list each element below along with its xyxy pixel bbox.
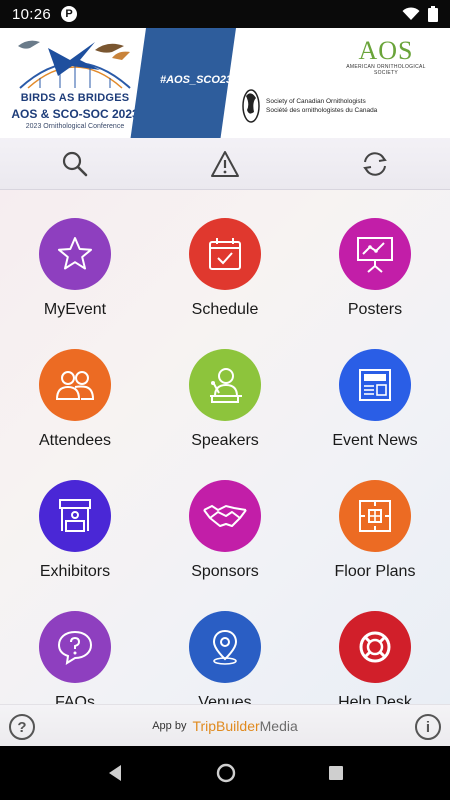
tile-label: Attendees (38, 432, 112, 449)
home-icon[interactable] (215, 762, 237, 784)
tile-circle (39, 349, 111, 421)
toolbar (0, 138, 450, 190)
speaker-icon (210, 368, 242, 403)
tile-label: Schedule (191, 301, 259, 318)
alert-icon (211, 150, 239, 177)
calendar-icon (209, 238, 241, 270)
sco-name-en: Society of Canadian Ornithologists (266, 98, 366, 105)
tile-circle (339, 480, 411, 552)
star-icon (58, 237, 92, 270)
map-pin-icon (212, 629, 238, 665)
app-notification-icon: P (61, 6, 78, 22)
question-bubble-icon (57, 630, 93, 665)
tile-speakers[interactable]: Speakers (150, 321, 300, 452)
banner-line3: 2023 Ornithological Conference (25, 123, 125, 130)
tile-circle (39, 218, 111, 290)
tile-schedule[interactable]: Schedule (150, 190, 300, 321)
tile-circle (189, 611, 261, 683)
aos-logo-text: AOS (358, 36, 414, 65)
tile-posters[interactable]: Posters (300, 190, 450, 321)
tile-label: Posters (347, 301, 403, 318)
tile-floor-plans[interactable]: Floor Plans (300, 452, 450, 583)
feature-grid: MyEvent Schedule Posters Attendees Speak… (0, 190, 450, 704)
tile-sponsors[interactable]: Sponsors (150, 452, 300, 583)
tile-label: Event News (332, 432, 418, 449)
floorplan-icon (359, 500, 391, 532)
tile-circle (339, 349, 411, 421)
aos-logo-subtitle: AMERICAN ORNITHOLOGICAL SOCIETY (346, 64, 426, 76)
back-icon[interactable] (105, 763, 125, 783)
banner-hashtag: #AOS_SCO23 (160, 74, 233, 86)
sco-logo: Society of Canadian Ornithologists Socié… (240, 86, 440, 126)
tile-event-news[interactable]: Event News (300, 321, 450, 452)
conference-banner: BIRDS AS BRIDGES AOS & SCO-SOC 2023 2023… (0, 28, 450, 138)
footer-app-by: App by (152, 719, 187, 732)
footer-brand-media[interactable]: Media (260, 718, 298, 734)
tile-venues[interactable]: Venues (150, 583, 300, 704)
footer-brand-tripbuilder[interactable]: TripBuilder (192, 718, 259, 734)
tile-label: Venues (198, 694, 252, 704)
sync-button[interactable] (350, 142, 400, 186)
wifi-icon (402, 7, 420, 20)
people-icon (55, 371, 95, 400)
tile-label: Exhibitors (39, 563, 111, 580)
battery-icon (428, 6, 438, 22)
presentation-icon (357, 237, 393, 273)
birds-as-bridges-logo: BIRDS AS BRIDGES AOS & SCO-SOC 2023 2023… (0, 28, 150, 138)
sco-emblem-icon (242, 89, 260, 123)
handshake-icon (203, 504, 247, 527)
sco-name-fr: Société des ornithologistes du Canada (266, 107, 378, 114)
booth-icon (59, 499, 91, 532)
tile-faqs[interactable]: FAQs (0, 583, 150, 704)
status-icons (402, 6, 438, 22)
system-nav-bar (0, 746, 450, 800)
tile-circle (189, 480, 261, 552)
newspaper-icon (359, 369, 391, 401)
tile-circle (339, 218, 411, 290)
info-button[interactable]: i (415, 714, 441, 740)
tile-help-desk[interactable]: Help Desk (300, 583, 450, 704)
search-icon (62, 151, 88, 176)
alerts-button[interactable] (200, 142, 250, 186)
sync-icon (363, 151, 387, 176)
status-bar: 10:26 P (0, 0, 450, 28)
lifebuoy-icon (359, 631, 391, 663)
aos-logo: AOS AMERICAN ORNITHOLOGICAL SOCIETY (346, 36, 426, 77)
tile-label: MyEvent (43, 301, 107, 318)
bird-bridge-illustration (18, 40, 131, 89)
tile-label: Sponsors (191, 563, 259, 580)
tile-circle (189, 218, 261, 290)
tile-label: Help Desk (338, 694, 412, 704)
tile-label: Speakers (191, 432, 259, 449)
search-button[interactable] (50, 142, 100, 186)
help-button[interactable]: ? (9, 714, 35, 740)
tile-circle (339, 611, 411, 683)
tile-circle (189, 349, 261, 421)
banner-line1: BIRDS AS BRIDGES (20, 92, 130, 104)
tile-circle (39, 611, 111, 683)
tile-circle (39, 480, 111, 552)
status-time: 10:26 (12, 5, 52, 23)
tile-attendees[interactable]: Attendees (0, 321, 150, 452)
footer: ? App by TripBuilder Media i (0, 704, 450, 746)
recents-icon[interactable] (327, 764, 345, 782)
tile-myevent[interactable]: MyEvent (0, 190, 150, 321)
tile-label: Floor Plans (334, 563, 416, 580)
tile-label: FAQs (54, 694, 95, 704)
tile-exhibitors[interactable]: Exhibitors (0, 452, 150, 583)
banner-line2: AOS & SCO-SOC 2023 (11, 107, 139, 121)
